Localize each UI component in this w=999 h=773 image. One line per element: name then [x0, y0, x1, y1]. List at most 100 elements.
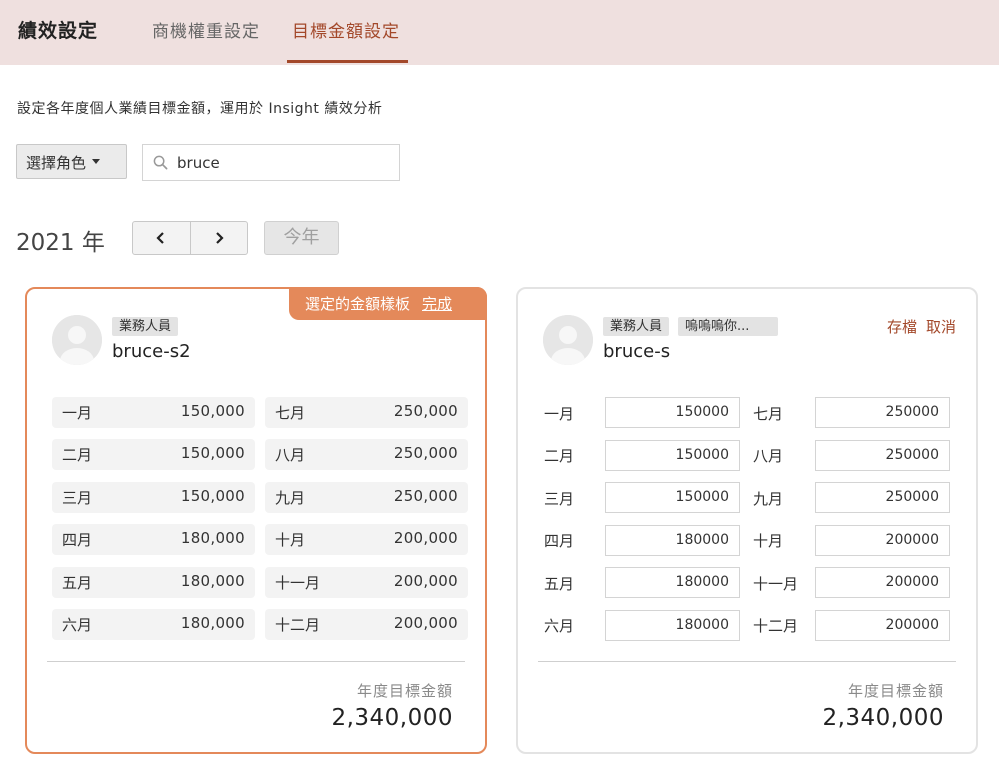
month-name: 十二月	[275, 616, 321, 634]
month-name: 九月	[275, 489, 306, 507]
month-value: 180,000	[180, 572, 245, 590]
annual-target-label: 年度目標金額	[356, 682, 453, 700]
save-button[interactable]: 存檔	[887, 318, 917, 336]
month-label-dec: 十二月	[753, 617, 799, 635]
chevron-left-icon	[156, 232, 165, 244]
month-name: 十一月	[275, 574, 321, 592]
month-cell-dec: 十二月 200,000	[265, 609, 468, 640]
month-label-apr: 四月	[544, 532, 575, 550]
tab-target-amount-settings[interactable]: 目標金額設定	[292, 17, 400, 42]
month-cell-oct: 十月 200,000	[265, 524, 468, 555]
active-tab-indicator	[287, 60, 408, 63]
month-value: 200,000	[393, 614, 458, 632]
month-value: 180,000	[180, 529, 245, 547]
month-name: 六月	[62, 616, 93, 634]
page-title: 績效設定	[18, 20, 99, 42]
template-label: 選定的金額樣板	[305, 295, 411, 313]
target-card-bruce-s[interactable]: 業務人員 嗚嗚嗚你... bruce-s 存檔 取消 一月 二月 三月 四月 五月…	[516, 287, 978, 754]
month-label-feb: 二月	[544, 447, 575, 465]
month-input-jan[interactable]: 150000	[605, 397, 740, 428]
month-cell-feb: 二月 150,000	[52, 439, 255, 470]
role-badge: 嗚嗚嗚你...	[678, 317, 779, 336]
role-select-dropdown[interactable]: 選擇角色	[16, 144, 127, 179]
month-label-jan: 一月	[544, 405, 575, 423]
divider	[47, 661, 465, 662]
user-avatar-icon	[543, 315, 593, 365]
month-value: 200,000	[393, 529, 458, 547]
template-done-link[interactable]: 完成	[422, 295, 452, 313]
month-label-oct: 十月	[753, 532, 784, 550]
month-cell-jul: 七月 250,000	[265, 397, 468, 428]
month-value: 150,000	[180, 444, 245, 462]
chevron-right-icon	[215, 232, 224, 244]
month-input-feb[interactable]: 150000	[605, 440, 740, 471]
month-input-oct[interactable]: 200000	[815, 525, 950, 556]
search-input[interactable]	[177, 152, 387, 174]
user-avatar-icon	[52, 315, 102, 365]
avatar	[543, 315, 593, 365]
month-value: 250,000	[393, 444, 458, 462]
year-label: 2021 年	[16, 230, 105, 256]
search-icon	[153, 155, 168, 170]
month-input-apr[interactable]: 180000	[605, 525, 740, 556]
month-name: 二月	[62, 446, 93, 464]
search-box[interactable]	[142, 144, 400, 181]
month-label-mar: 三月	[544, 490, 575, 508]
month-value: 200,000	[393, 572, 458, 590]
month-input-jun[interactable]: 180000	[605, 610, 740, 641]
month-value: 180,000	[180, 614, 245, 632]
annual-target-value: 2,340,000	[822, 705, 944, 731]
role-badges: 業務人員	[112, 317, 179, 336]
this-year-button[interactable]: 今年	[264, 221, 339, 255]
month-input-sep[interactable]: 250000	[815, 482, 950, 513]
user-name: bruce-s	[603, 341, 671, 362]
month-cell-mar: 三月 150,000	[52, 482, 255, 513]
month-cell-aug: 八月 250,000	[265, 439, 468, 470]
month-cell-jan: 一月 150,000	[52, 397, 255, 428]
role-badge: 業務人員	[603, 317, 670, 336]
page-description: 設定各年度個人業績目標金額，運用於 Insight 績效分析	[17, 101, 383, 117]
month-name: 一月	[62, 404, 93, 422]
month-label-jun: 六月	[544, 617, 575, 635]
month-value: 150,000	[180, 402, 245, 420]
month-label-aug: 八月	[753, 447, 784, 465]
caret-down-icon	[92, 159, 101, 164]
month-value: 250,000	[393, 487, 458, 505]
role-badges: 業務人員 嗚嗚嗚你...	[603, 317, 779, 336]
template-banner: 選定的金額樣板 完成	[289, 287, 487, 320]
month-input-nov[interactable]: 200000	[815, 567, 950, 598]
year-nav-group	[132, 221, 248, 255]
month-value: 250,000	[393, 402, 458, 420]
user-name: bruce-s2	[112, 341, 191, 362]
month-cell-jun: 六月 180,000	[52, 609, 255, 640]
month-name: 十月	[275, 531, 306, 549]
month-name: 五月	[62, 574, 93, 592]
annual-target-label: 年度目標金額	[847, 682, 944, 700]
month-label-nov: 十一月	[753, 575, 799, 593]
month-input-mar[interactable]: 150000	[605, 482, 740, 513]
tab-weight-settings[interactable]: 商機權重設定	[152, 17, 260, 42]
card-actions: 存檔 取消	[878, 316, 956, 337]
month-name: 七月	[275, 404, 306, 422]
month-input-aug[interactable]: 250000	[815, 440, 950, 471]
month-input-may[interactable]: 180000	[605, 567, 740, 598]
divider	[538, 661, 956, 662]
month-cell-apr: 四月 180,000	[52, 524, 255, 555]
annual-target-value: 2,340,000	[331, 705, 453, 731]
month-label-may: 五月	[544, 575, 575, 593]
month-cell-sep: 九月 250,000	[265, 482, 468, 513]
next-year-button[interactable]	[189, 222, 248, 254]
month-input-dec[interactable]: 200000	[815, 610, 950, 641]
month-cell-may: 五月 180,000	[52, 567, 255, 598]
month-input-jul[interactable]: 250000	[815, 397, 950, 428]
month-name: 三月	[62, 489, 93, 507]
month-name: 八月	[275, 446, 306, 464]
app-header: 績效設定 商機權重設定 目標金額設定	[0, 0, 999, 65]
prev-year-button[interactable]	[133, 222, 190, 254]
cancel-button[interactable]: 取消	[926, 318, 956, 336]
month-name: 四月	[62, 531, 93, 549]
role-select-label: 選擇角色	[26, 154, 87, 172]
month-cell-nov: 十一月 200,000	[265, 567, 468, 598]
month-label-jul: 七月	[753, 405, 784, 423]
target-card-bruce-s2[interactable]: 選定的金額樣板 完成 業務人員 bruce-s2 一月 150,000 二月 150,…	[25, 287, 487, 754]
